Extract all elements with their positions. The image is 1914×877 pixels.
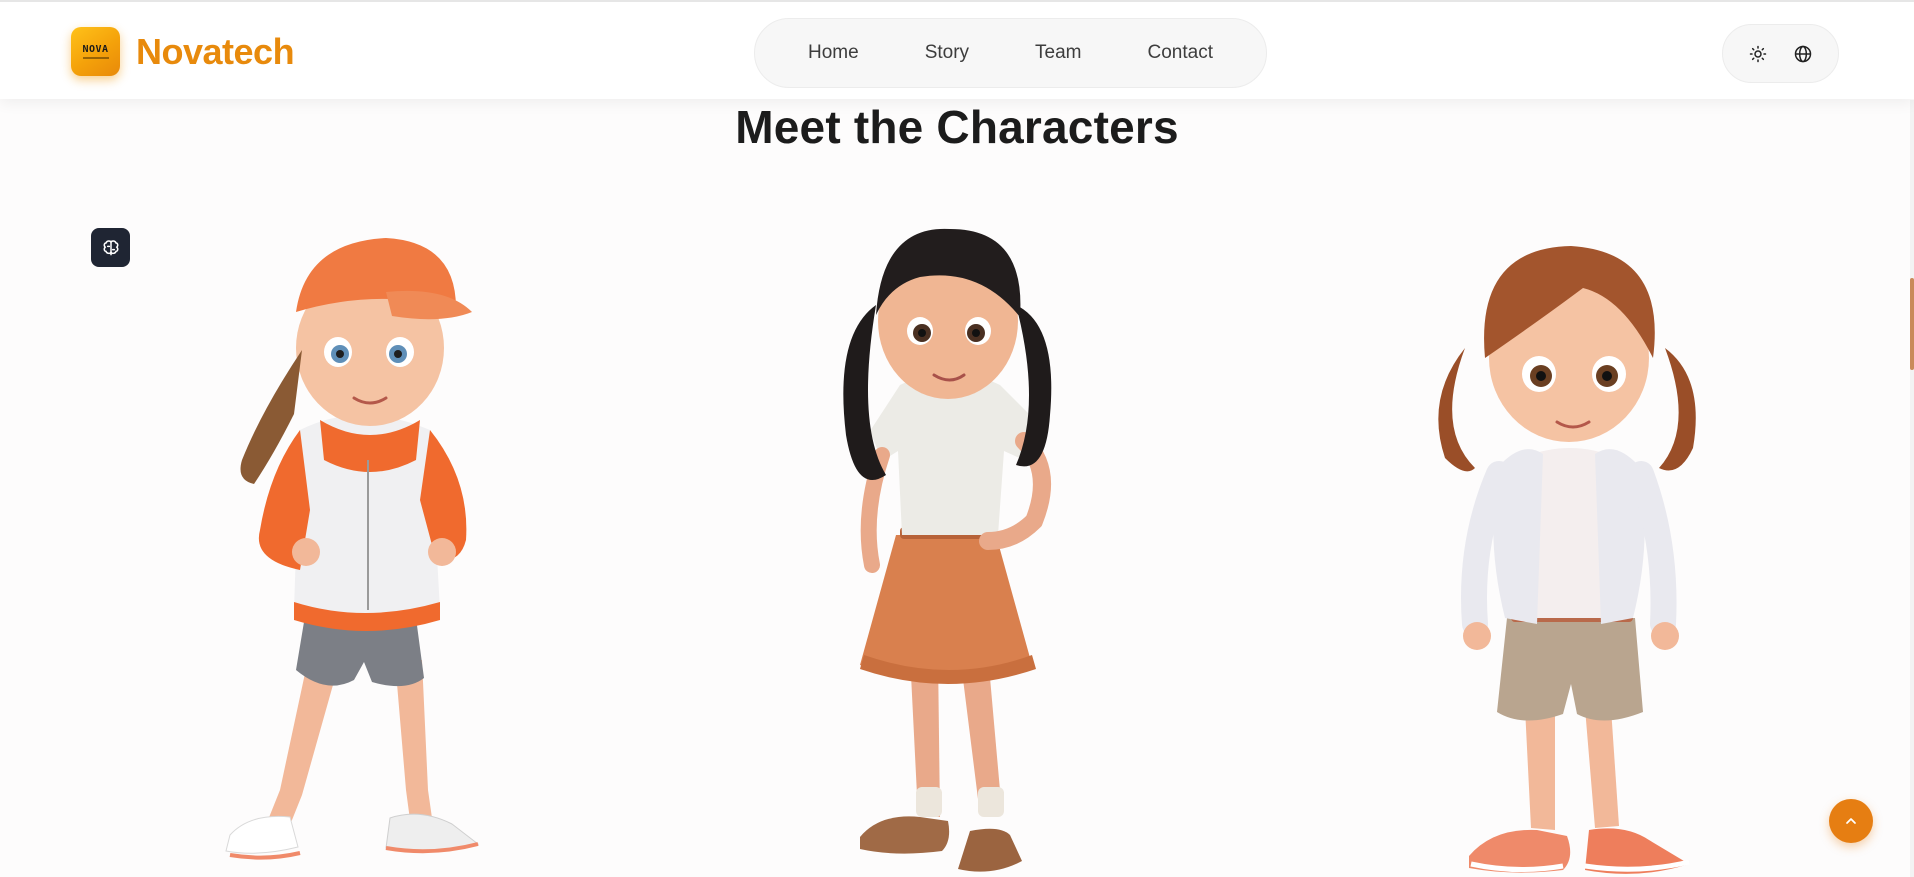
character-2-image — [843, 228, 1052, 872]
brain-icon — [103, 239, 118, 255]
sun-icon — [1749, 45, 1766, 62]
globe-icon — [1795, 45, 1812, 62]
header-tools — [1722, 24, 1839, 83]
language-button[interactable] — [1788, 39, 1818, 69]
nav-contact[interactable]: Contact — [1115, 42, 1246, 64]
theme-toggle-button[interactable] — [1743, 39, 1773, 69]
logo-text: NOVA — [82, 43, 109, 55]
nav-team[interactable]: Team — [1002, 42, 1114, 64]
scrollbar-thumb[interactable] — [1910, 278, 1914, 370]
character-1-image — [225, 238, 480, 860]
back-to-top-button[interactable] — [1829, 799, 1873, 843]
chevron-up-icon — [1846, 818, 1856, 824]
section-title: Meet the Characters — [735, 101, 1179, 153]
nav-story[interactable]: Story — [892, 42, 1002, 64]
scrollbar[interactable] — [1910, 100, 1914, 877]
ai-assistant-button[interactable] — [91, 228, 130, 267]
character-3-image — [1438, 246, 1696, 874]
logo[interactable]: NOVA — [71, 27, 120, 76]
main-nav: Home Story Team Contact — [754, 18, 1267, 88]
page: NOVA Novatech Home Story Team Contact Me… — [0, 0, 1914, 877]
nav-home[interactable]: Home — [775, 42, 892, 64]
brand[interactable]: NOVA Novatech — [71, 27, 295, 76]
brand-name[interactable]: Novatech — [136, 31, 295, 73]
site-header: NOVA Novatech Home Story Team Contact — [0, 0, 1914, 99]
